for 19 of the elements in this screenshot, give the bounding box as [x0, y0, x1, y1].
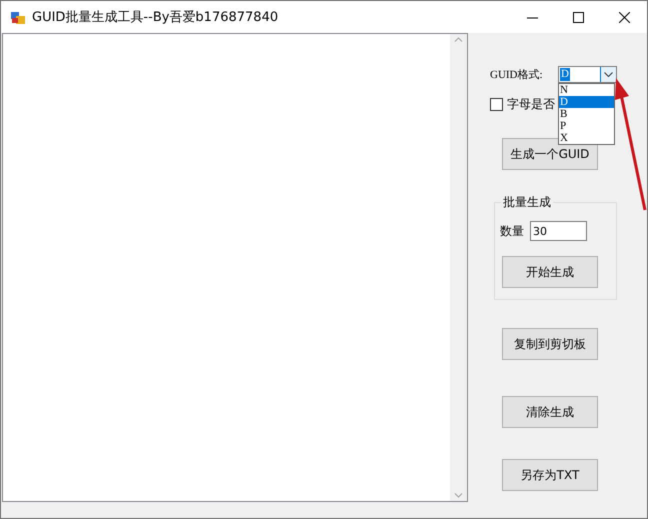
- dropdown-option[interactable]: N: [559, 84, 614, 96]
- app-icon: [10, 9, 26, 25]
- checkbox[interactable]: [490, 98, 503, 110]
- format-label: GUID格式:: [490, 68, 544, 82]
- action-button[interactable]: 开始生成: [502, 256, 598, 288]
- checkbox-label: 字母是否: [507, 96, 555, 112]
- group-title: 批量生成: [501, 194, 553, 211]
- action-button[interactable]: 复制到剪切板: [502, 328, 598, 360]
- action-button[interactable]: 清除生成: [502, 396, 598, 428]
- close-icon[interactable]: [618, 12, 630, 22]
- dropdown-option[interactable]: B: [559, 108, 614, 120]
- chevron-down-icon[interactable]: [604, 72, 613, 77]
- dropdown-option[interactable]: D: [559, 96, 614, 108]
- count-label: 数量: [500, 222, 525, 240]
- maximize-icon[interactable]: [572, 12, 584, 22]
- count-field[interactable]: 30: [530, 221, 587, 241]
- action-button[interactable]: 另存为TXT: [502, 459, 598, 491]
- dropdown-option[interactable]: P: [559, 120, 614, 132]
- window-title: GUID批量生成工具--By吾爱b176877840: [32, 9, 278, 26]
